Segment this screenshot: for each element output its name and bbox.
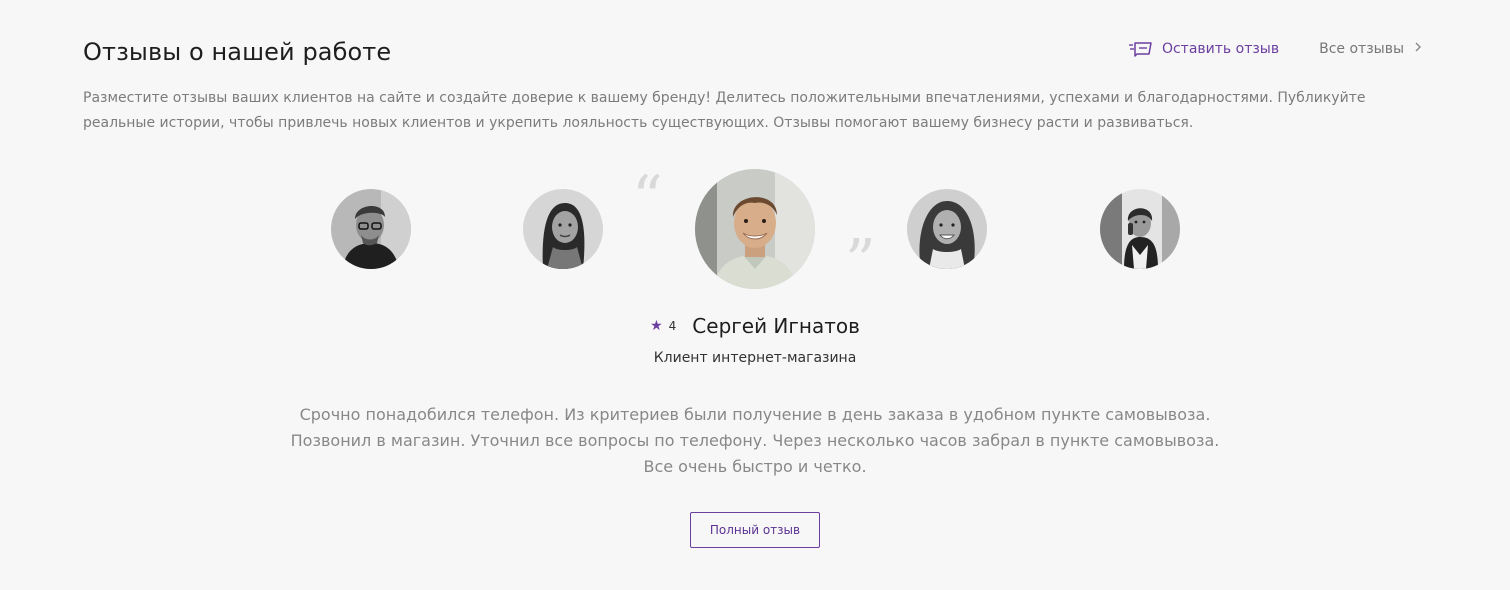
star-icon: ★ (650, 318, 663, 334)
avatar-photo (523, 189, 603, 269)
leave-review-label: Оставить отзыв (1161, 41, 1280, 57)
all-reviews-link[interactable]: Все отзывы (1319, 41, 1422, 57)
quote-open-icon: “ (632, 163, 663, 233)
header-actions: Оставить отзыв Все отзывы (1128, 40, 1422, 58)
rating-value: 4 (668, 319, 677, 333)
review-text: Срочно понадобился телефон. Из критериев… (255, 402, 1255, 480)
full-review-button[interactable]: Полный отзыв (690, 512, 820, 548)
section-description: Разместите отзывы ваших клиентов на сайт… (83, 90, 1366, 131)
rating-badge: ★ 4 (650, 318, 676, 334)
reviewer-avatar[interactable] (907, 189, 987, 269)
reviewer-avatar[interactable] (331, 189, 411, 269)
leave-review-link[interactable]: Оставить отзыв (1128, 40, 1279, 58)
review-text-line: Позвонил в магазин. Уточнил все вопросы … (290, 431, 1220, 450)
all-reviews-label: Все отзывы (1319, 41, 1404, 57)
avatar-photo (1100, 189, 1180, 269)
reviewer-avatar[interactable] (523, 189, 603, 269)
section-title: Отзывы о нашей работе (83, 38, 392, 66)
reviewer-avatar[interactable] (1100, 189, 1180, 269)
reviewer-name: Сергей Игнатов (692, 314, 860, 338)
avatar-photo (695, 169, 815, 289)
avatar-photo (907, 189, 987, 269)
message-edit-icon (1128, 40, 1154, 58)
reviews-section: Отзывы о нашей работе Оставить отзыв Все… (0, 0, 1510, 590)
review-text-line: Срочно понадобился телефон. Из критериев… (299, 405, 1211, 424)
review-text-line: Все очень быстро и четко. (643, 457, 867, 476)
chevron-right-icon (1414, 41, 1422, 57)
quote-close-icon: ” (845, 227, 876, 297)
avatar-photo (331, 189, 411, 269)
reviewer-role: Клиент интернет-магазина (653, 350, 857, 366)
reviewer-header: ★ 4 Сергей Игнатов (0, 314, 1510, 338)
active-reviewer-avatar[interactable] (695, 169, 815, 289)
reviewer-carousel: “ ” (0, 168, 1510, 293)
